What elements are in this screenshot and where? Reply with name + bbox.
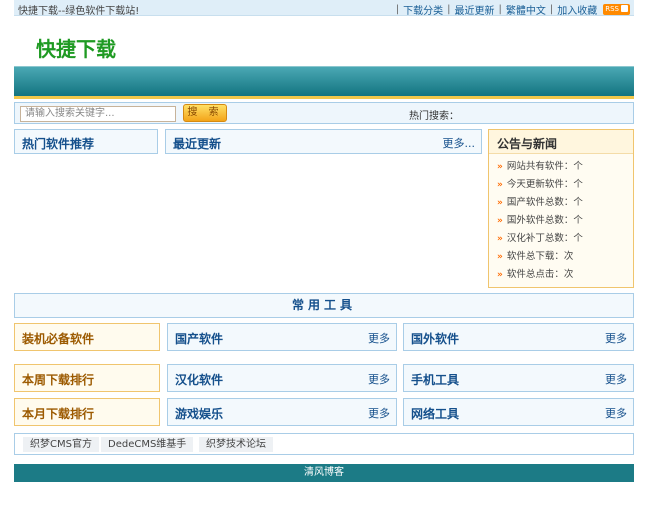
must-have-title: 装机必备软件 [22, 332, 95, 346]
hot-software-panel: 热门软件推荐 [14, 129, 158, 154]
hot-search-label: 热门搜索： [409, 111, 459, 122]
search-button[interactable]: 搜 索 [183, 104, 227, 122]
top-bar: 快捷下载--绿色软件下载站! | 下载分类 | 最近更新 | 繁體中文 | 加入… [14, 0, 634, 17]
footer-bar: 清风博客 [14, 464, 634, 482]
arrow-icon: » [497, 198, 503, 208]
link-recent-updates[interactable]: 最近更新 [454, 2, 494, 17]
list-item: » 汉化补丁总数：个 [497, 233, 583, 244]
foreign-more-link[interactable]: 更多 [605, 330, 627, 346]
network-title: 网络工具 [411, 407, 460, 421]
network-more-link[interactable]: 更多 [605, 405, 627, 421]
weekly-rank-title: 本周下载排行 [22, 373, 95, 387]
arrow-icon: » [497, 252, 503, 262]
foreign-title: 国外软件 [411, 332, 460, 346]
list-item: » 国产软件总数：个 [497, 197, 583, 208]
list-item: » 软件总下载：次 [497, 251, 574, 262]
friend-link[interactable]: 织梦CMS官方 [23, 437, 99, 452]
mobile-panel: 手机工具 更多 [403, 364, 634, 392]
monthly-rank-panel: 本月下载排行 [14, 398, 160, 426]
list-item: » 今天更新软件：个 [497, 179, 583, 190]
must-have-panel: 装机必备软件 [14, 323, 160, 351]
games-title: 游戏娱乐 [175, 407, 224, 421]
chinese-panel: 汉化软件 更多 [167, 364, 397, 392]
nav-divider [14, 96, 634, 99]
list-item: » 国外软件总数：个 [497, 215, 583, 226]
site-logo[interactable]: 快捷下载 [36, 33, 116, 62]
domestic-panel: 国产软件 更多 [167, 323, 397, 351]
arrow-icon: » [497, 162, 503, 172]
search-bar: 请输入搜索关键字... 搜 索 热门搜索： [14, 102, 634, 124]
notice-title: 公告与新闻 [497, 137, 558, 151]
top-links: | 下载分类 | 最近更新 | 繁體中文 | 加入收藏 RSS [392, 2, 630, 17]
mobile-more-link[interactable]: 更多 [605, 371, 627, 387]
link-add-favorite[interactable]: 加入收藏 [557, 2, 597, 17]
rss-icon[interactable]: RSS [603, 4, 630, 15]
chinese-title: 汉化软件 [175, 373, 224, 387]
network-panel: 网络工具 更多 [403, 398, 634, 426]
friend-link[interactable]: 织梦技术论坛 [199, 437, 273, 452]
chinese-more-link[interactable]: 更多 [368, 371, 390, 387]
latest-updates-title: 最近更新 [173, 137, 222, 151]
foreign-panel: 国外软件 更多 [403, 323, 634, 351]
friend-link[interactable]: DedeCMS维基手 [101, 437, 194, 452]
common-tools-title: 常用工具 [291, 298, 356, 312]
link-traditional-chinese[interactable]: 繁體中文 [506, 2, 546, 17]
weekly-rank-panel: 本周下载排行 [14, 364, 160, 392]
domestic-title: 国产软件 [175, 332, 224, 346]
arrow-icon: » [497, 180, 503, 190]
common-tools-bar: 常用工具 [14, 293, 634, 318]
arrow-icon: » [497, 270, 503, 280]
arrow-icon: » [497, 234, 503, 244]
stats-list: » 网站共有软件：个 » 今天更新软件：个 » 国产软件总数：个 » 国外软件总数：个 … [497, 160, 583, 286]
monthly-rank-title: 本月下载排行 [22, 407, 95, 421]
footer-text[interactable]: 清风博客 [304, 467, 344, 478]
hot-software-title: 热门软件推荐 [22, 137, 95, 151]
games-panel: 游戏娱乐 更多 [167, 398, 397, 426]
friend-links-bar: 织梦CMS官方 DedeCMS维基手 织梦技术论坛 [14, 433, 634, 455]
list-item: » 网站共有软件：个 [497, 161, 583, 172]
link-download-categories[interactable]: 下载分类 [403, 2, 443, 17]
latest-updates-panel: 最近更新 更多... [165, 129, 482, 154]
games-more-link[interactable]: 更多 [368, 405, 390, 421]
mobile-title: 手机工具 [411, 373, 460, 387]
nav-bar [14, 66, 634, 96]
domestic-more-link[interactable]: 更多 [368, 330, 390, 346]
list-item: » 软件总点击：次 [497, 269, 574, 280]
arrow-icon: » [497, 216, 503, 226]
search-input[interactable]: 请输入搜索关键字... [20, 106, 176, 122]
notice-panel: 公告与新闻 » 网站共有软件：个 » 今天更新软件：个 » 国产软件总数：个 » 国外软… [488, 129, 634, 288]
latest-more-link[interactable]: 更多... [443, 135, 476, 151]
welcome-text: 快捷下载--绿色软件下载站! [18, 6, 140, 17]
